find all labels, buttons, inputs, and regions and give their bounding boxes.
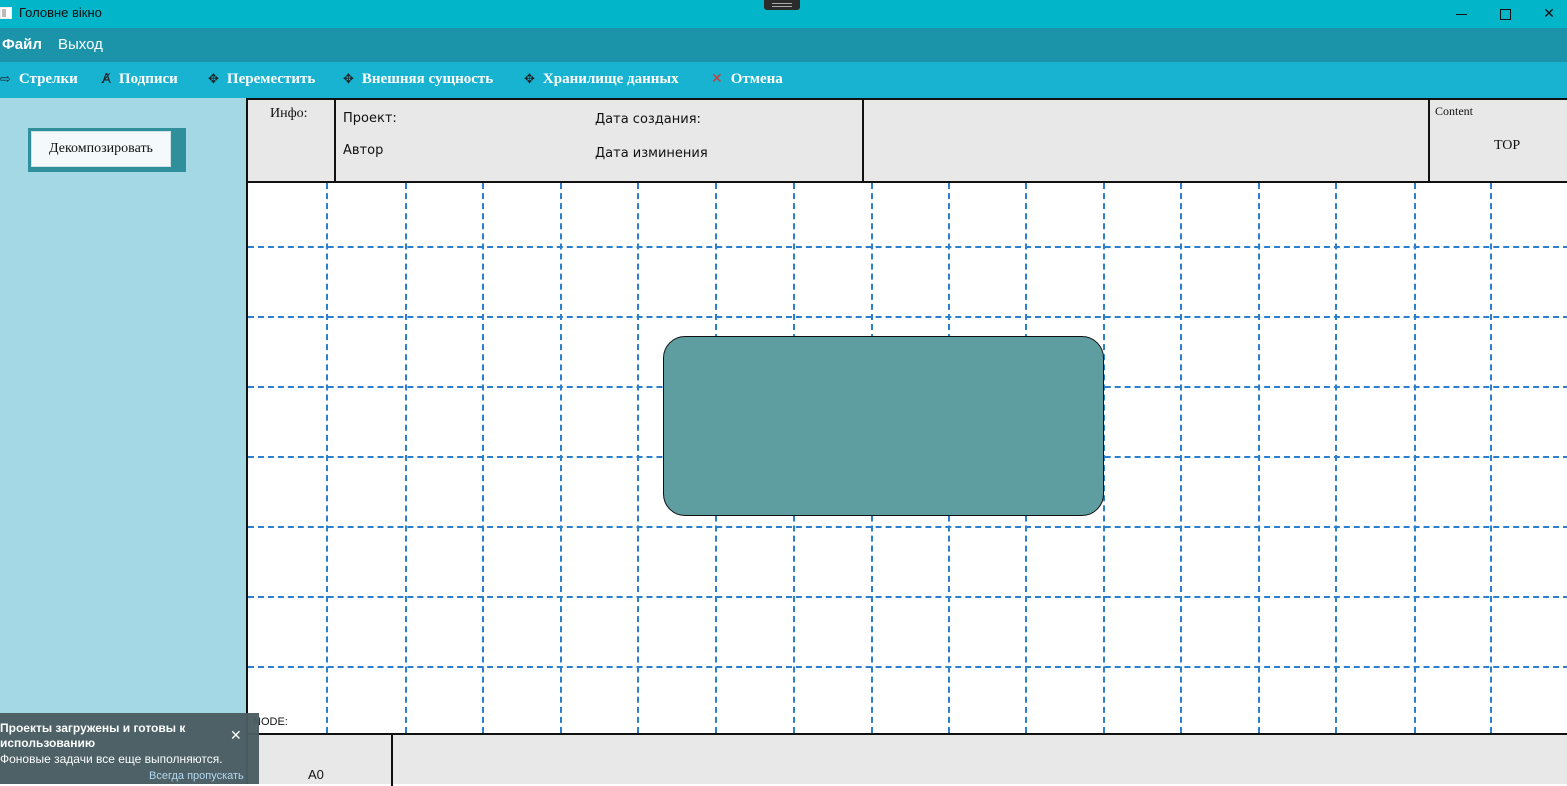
header-divider	[1428, 100, 1430, 183]
grid-line	[405, 183, 407, 733]
move-tool-button[interactable]: ✥ Переместить	[208, 69, 315, 89]
grid-line	[326, 183, 328, 733]
close-icon[interactable]: ✕	[230, 727, 242, 744]
notification-title: Проекты загружены и готовы к использован…	[0, 721, 186, 750]
menu-file[interactable]: Файл	[2, 36, 42, 53]
grid-line	[1335, 183, 1337, 733]
project-label: Проект:	[343, 111, 397, 126]
header-divider	[862, 100, 864, 183]
arrow-icon: ⇨	[0, 71, 11, 87]
toolbar: ⇨ Стрелки A̸ Подписи ✥ Переместить ✥ Вне…	[0, 62, 1567, 98]
move-icon: ✥	[343, 71, 354, 87]
grid-line	[1180, 183, 1182, 733]
minimize-button[interactable]	[1438, 0, 1484, 28]
process-block[interactable]	[663, 336, 1104, 516]
move-icon: ✥	[524, 71, 535, 87]
diagram-header: Инфо: Проект: Автор Дата создания: Дата …	[246, 98, 1567, 183]
diagram-canvas[interactable]: NODE:	[246, 183, 1567, 733]
menu-exit[interactable]: Выход	[58, 36, 103, 53]
arrows-tool-label: Стрелки	[18, 70, 78, 87]
app-icon	[0, 7, 12, 19]
grid-line	[637, 183, 639, 733]
external-entity-tool-button[interactable]: ✥ Внешняя сущность	[343, 69, 493, 89]
grid-line	[560, 183, 562, 733]
captions-tool-button[interactable]: A̸ Подписи	[102, 69, 178, 89]
grid-line	[1490, 183, 1492, 733]
move-tool-label: Переместить	[226, 70, 316, 87]
cancel-tool-button[interactable]: ✕ Отмена	[711, 69, 783, 89]
content-value: TOP	[1494, 138, 1521, 153]
notification-toast: Проекты загружены и готовы к использован…	[0, 713, 259, 784]
cancel-tool-label: Отмена	[730, 70, 783, 87]
menu-bar: Файл Выход	[0, 28, 1567, 62]
header-divider	[334, 100, 336, 183]
data-store-tool-button[interactable]: ✥ Хранилище данных	[524, 69, 679, 89]
grid-line	[248, 666, 1567, 668]
arrows-tool-button[interactable]: ⇨ Стрелки	[0, 69, 78, 89]
grid-line	[482, 183, 484, 733]
grid-line	[248, 246, 1567, 248]
info-label: Инфо:	[270, 106, 308, 121]
minimize-icon	[1455, 13, 1467, 15]
diagram-footer: A0	[246, 733, 1567, 786]
notification-body: Фоновые задачи все еще выполняются.	[0, 752, 223, 766]
cancel-x-icon: ✕	[711, 71, 723, 87]
window-title: Головне вікно	[19, 5, 102, 20]
always-skip-link[interactable]: Всегда пропускать	[149, 770, 244, 782]
grid-line	[1258, 183, 1260, 733]
grid-line	[248, 596, 1567, 598]
snap-handle-icon[interactable]	[764, 0, 800, 10]
text-caption-icon: A̸	[102, 71, 111, 87]
node-code: A0	[308, 767, 324, 782]
footer-divider	[391, 735, 393, 786]
maximize-button[interactable]	[1482, 0, 1528, 28]
external-entity-tool-label: Внешняя сущность	[361, 70, 494, 87]
close-window-button[interactable]: ✕	[1526, 0, 1567, 28]
left-panel	[0, 98, 246, 784]
captions-tool-label: Подписи	[118, 70, 178, 87]
decompose-button-label: Декомпозировать	[31, 131, 171, 167]
data-store-tool-label: Хранилище данных	[542, 70, 679, 87]
grid-line	[248, 526, 1567, 528]
decompose-button[interactable]: Декомпозировать	[28, 128, 186, 172]
modified-date-label: Дата изминения	[595, 146, 708, 161]
author-label: Автор	[343, 143, 384, 158]
move-icon: ✥	[208, 71, 219, 87]
close-icon: ✕	[1543, 6, 1555, 22]
created-date-label: Дата создания:	[595, 112, 701, 127]
title-bar: Головне вікно ✕	[0, 0, 1567, 28]
maximize-icon	[1499, 8, 1511, 20]
grid-line	[1414, 183, 1416, 733]
content-label: Content	[1435, 104, 1473, 118]
grid-line	[248, 316, 1567, 318]
